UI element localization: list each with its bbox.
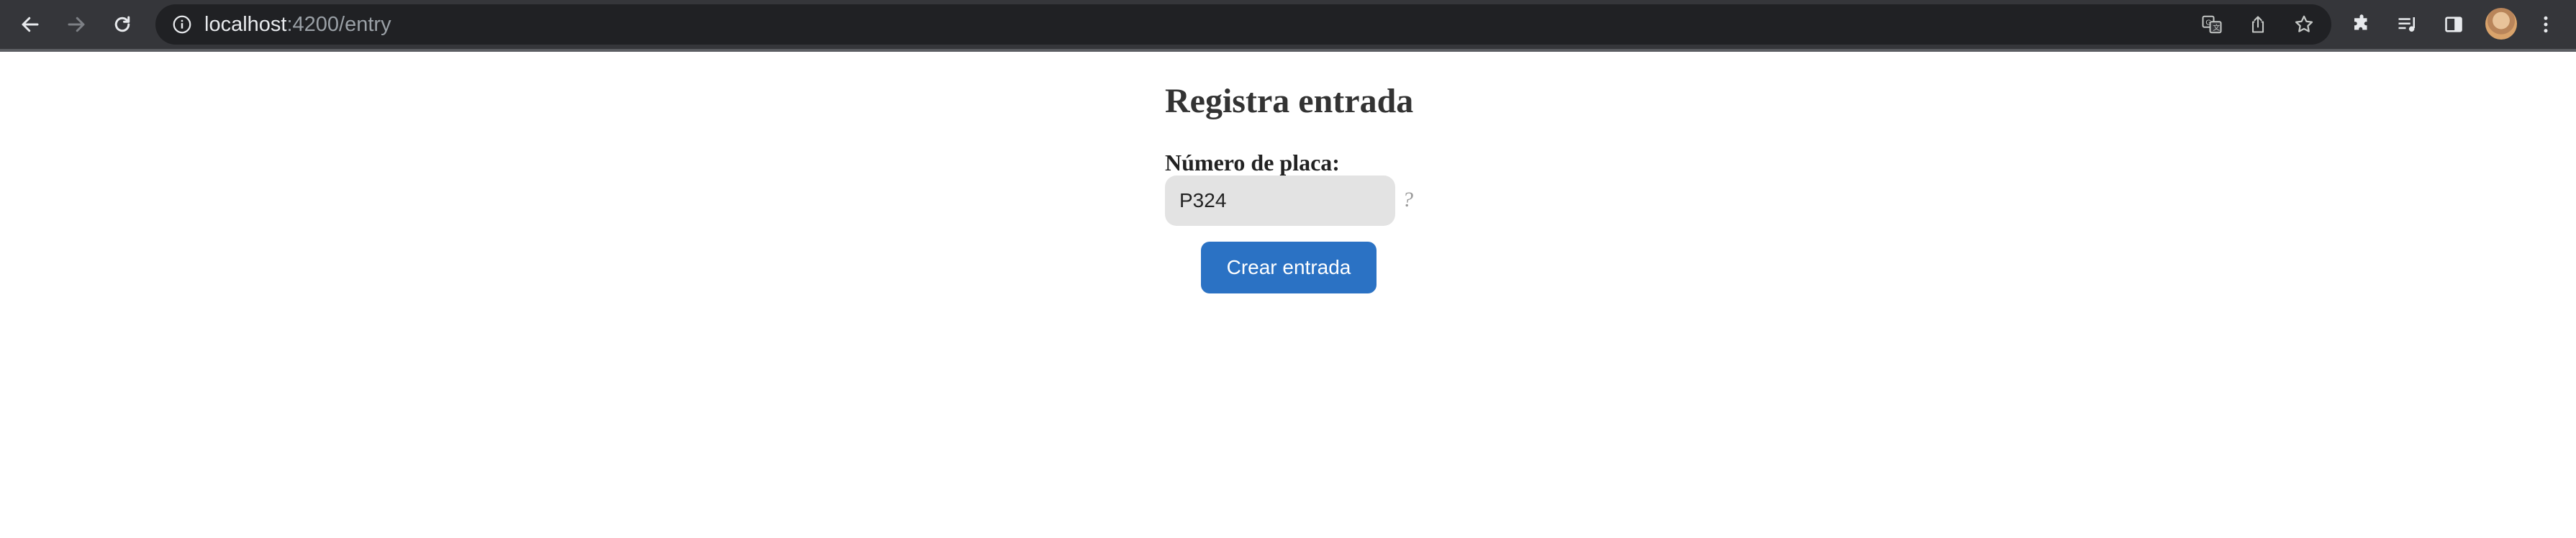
back-icon (22, 17, 39, 32)
bookmark-button[interactable] (2292, 13, 2316, 36)
reload-button[interactable] (105, 7, 140, 42)
site-info-icon[interactable] (171, 14, 193, 35)
plate-number-input[interactable] (1165, 175, 1395, 226)
menu-icon (2544, 16, 2548, 33)
page-title: Registra entrada (1165, 82, 1414, 120)
menu-button[interactable] (2529, 7, 2563, 42)
media-control-icon (2398, 17, 2415, 32)
forward-button[interactable] (59, 7, 94, 42)
reload-icon (114, 16, 130, 32)
help-question-mark: ? (1402, 188, 1413, 211)
profile-avatar[interactable] (2485, 8, 2517, 40)
side-panel-icon (2445, 17, 2462, 32)
url-text[interactable]: localhost:4200/entry (204, 4, 391, 45)
back-button[interactable] (13, 7, 47, 42)
browser-toolbar: localhost:4200/entry G 文 (0, 0, 2576, 52)
side-panel-button[interactable] (2436, 7, 2471, 42)
share-button[interactable] (2246, 13, 2269, 36)
translate-icon: G 文 (2202, 15, 2222, 34)
bookmark-star-icon (2295, 15, 2313, 32)
page-content: Registra entrada Número de placa: ? Crea… (0, 52, 2576, 538)
extensions-button[interactable] (2344, 7, 2379, 42)
forward-icon (68, 17, 85, 32)
address-bar[interactable]: localhost:4200/entry G 文 (155, 4, 2331, 45)
media-control-button[interactable] (2390, 7, 2425, 42)
share-icon (2251, 16, 2264, 33)
translate-button[interactable]: G 文 (2200, 13, 2223, 36)
svg-text:文: 文 (2213, 23, 2220, 32)
extensions-icon (2354, 14, 2367, 30)
url-path: :4200/entry (286, 13, 391, 36)
plate-number-label: Número de placa: (1165, 150, 1340, 175)
create-entry-button[interactable]: Crear entrada (1201, 242, 1377, 293)
url-host: localhost (204, 13, 287, 36)
